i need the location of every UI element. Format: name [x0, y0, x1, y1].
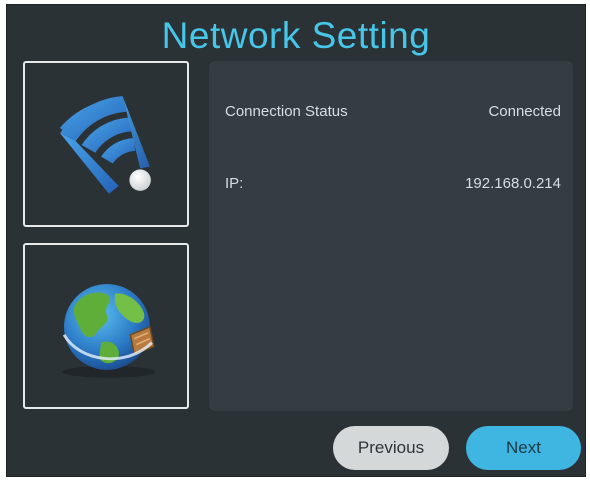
connection-status-label: Connection Status: [225, 103, 348, 120]
internet-tile[interactable]: [23, 243, 189, 409]
connection-status-row: Connection Status Connected: [225, 103, 561, 125]
wifi-icon: [59, 96, 151, 194]
previous-button[interactable]: Previous: [333, 426, 449, 470]
page-title: Network Setting: [161, 15, 431, 56]
connection-info-panel: Connection Status Connected IP: 192.168.…: [209, 61, 573, 411]
ip-label: IP:: [225, 175, 244, 192]
ip-value: 192.168.0.214: [465, 175, 561, 192]
globe-icon: [62, 284, 156, 378]
connection-status-value: Connected: [488, 103, 561, 120]
network-setting-screen: Network Setting Connection Status Connec…: [6, 4, 586, 477]
next-button[interactable]: Next: [466, 426, 581, 470]
ip-row: IP: 192.168.0.214: [225, 175, 561, 197]
wifi-tile[interactable]: [23, 61, 189, 227]
